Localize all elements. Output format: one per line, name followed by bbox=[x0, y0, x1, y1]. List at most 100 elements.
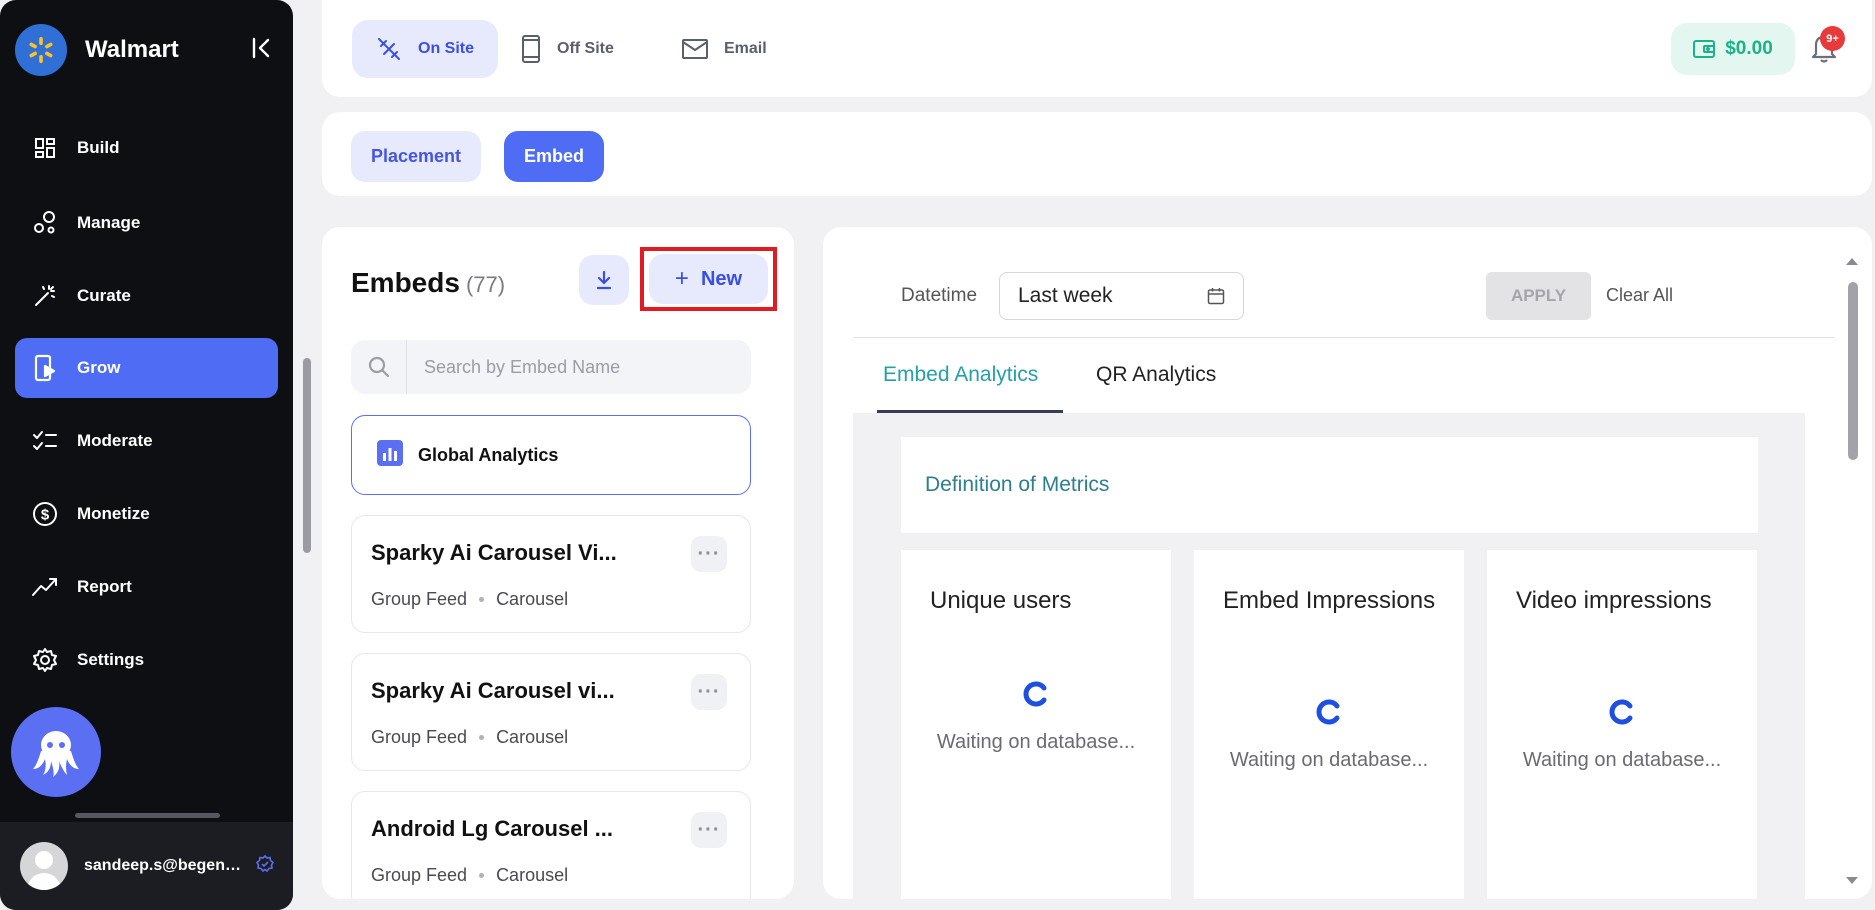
tab-on-site[interactable]: On Site bbox=[352, 20, 499, 78]
calendar-icon bbox=[1207, 287, 1225, 311]
tab-off-site[interactable]: Off Site bbox=[497, 20, 638, 78]
embeds-panel: Embeds(77) + New Global Analytics Sparky… bbox=[322, 227, 794, 899]
user-email: sandeep.s@begenuin.com bbox=[84, 857, 248, 874]
metric-status: Waiting on database... bbox=[936, 731, 1136, 753]
tab-placement[interactable]: Placement bbox=[351, 131, 482, 182]
search-input[interactable] bbox=[407, 356, 737, 378]
metric-card-embed-impressions: Embed Impressions Waiting on database... bbox=[1194, 550, 1464, 899]
sidebar-item-label: Moderate bbox=[77, 431, 153, 450]
sidebar-item-settings[interactable]: Settings bbox=[15, 630, 278, 690]
dollar-icon: $ bbox=[15, 501, 75, 527]
grid-icon bbox=[15, 136, 75, 160]
embeds-title: Embeds bbox=[351, 267, 460, 298]
tab-email[interactable]: Email bbox=[658, 20, 791, 78]
brand[interactable]: Walmart bbox=[15, 24, 179, 76]
scrollbar-thumb[interactable] bbox=[1848, 282, 1858, 460]
walmart-spark-icon bbox=[15, 24, 67, 76]
search-icon bbox=[351, 340, 407, 394]
checklist-icon bbox=[15, 429, 75, 453]
tab-label: On Site bbox=[418, 40, 475, 57]
loading-spinner-icon bbox=[1316, 699, 1340, 725]
sidebar-item-label: Manage bbox=[77, 213, 141, 232]
octopus-assistant-icon[interactable] bbox=[11, 707, 101, 797]
sidebar-item-curate[interactable]: Curate bbox=[15, 266, 278, 326]
sidebar-item-monetize[interactable]: $ Monetize bbox=[15, 484, 278, 544]
embed-list-item[interactable]: Sparky Ai Carousel vi... ··· Group Feed … bbox=[351, 653, 751, 771]
analytics-content: Definition of Metrics Unique users Waiti… bbox=[853, 413, 1805, 899]
embed-title: Sparky Ai Carousel vi... bbox=[371, 678, 615, 703]
tab-qr-analytics[interactable]: QR Analytics bbox=[1096, 363, 1216, 387]
embeds-heading: Embeds (77) bbox=[351, 267, 505, 299]
magic-wand-icon bbox=[15, 283, 75, 309]
separator-dot bbox=[479, 873, 485, 878]
download-button[interactable] bbox=[579, 255, 629, 305]
more-options-icon[interactable]: ··· bbox=[691, 674, 727, 710]
datetime-select[interactable]: Last week bbox=[999, 272, 1244, 320]
embed-list-item[interactable]: Sparky Ai Carousel Vi... ··· Group Feed … bbox=[351, 515, 751, 633]
sidebar-item-label: Build bbox=[77, 138, 120, 157]
bar-chart-icon bbox=[376, 439, 404, 472]
clear-all-button[interactable]: Clear All bbox=[1606, 285, 1673, 306]
sidebar: Walmart Build Manage Curate Grow Moderat… bbox=[0, 0, 293, 910]
embed-list-item[interactable]: Android Lg Carousel ... ··· Group Feed C… bbox=[351, 791, 751, 899]
embed-format: Carousel bbox=[496, 727, 569, 747]
more-options-icon[interactable]: ··· bbox=[691, 812, 727, 848]
sidebar-item-label: Curate bbox=[77, 286, 131, 305]
global-analytics-card[interactable]: Global Analytics bbox=[351, 415, 751, 495]
channel-bar: On Site Off Site Email $0.00 9+ bbox=[322, 0, 1872, 97]
sidebar-item-label: Grow bbox=[77, 358, 121, 377]
grow-icon bbox=[15, 354, 75, 382]
tab-label: Off Site bbox=[557, 40, 614, 57]
verified-badge-icon bbox=[255, 854, 275, 878]
new-label: New bbox=[700, 267, 743, 290]
manage-icon bbox=[15, 210, 75, 236]
apply-button[interactable]: APPLY bbox=[1486, 272, 1591, 320]
new-embed-button[interactable]: + New bbox=[649, 254, 768, 304]
tab-embed-analytics[interactable]: Embed Analytics bbox=[883, 363, 1038, 387]
embed-format: Carousel bbox=[496, 865, 569, 885]
collapse-sidebar-icon[interactable] bbox=[248, 34, 276, 62]
loading-spinner-icon bbox=[1023, 681, 1047, 707]
placement-embed-bar: Placement Embed bbox=[322, 112, 1872, 196]
sidebar-item-label: Settings bbox=[77, 650, 145, 669]
separator-dot bbox=[479, 597, 485, 602]
brand-name: Walmart bbox=[85, 36, 179, 63]
sidebar-item-build[interactable]: Build bbox=[15, 118, 278, 178]
embed-format: Carousel bbox=[496, 589, 569, 609]
loading-spinner-icon bbox=[1609, 699, 1633, 725]
sidebar-item-moderate[interactable]: Moderate bbox=[15, 411, 278, 471]
definition-of-metrics-link[interactable]: Definition of Metrics bbox=[901, 437, 1758, 533]
sidebar-item-report[interactable]: Report bbox=[15, 557, 278, 617]
embed-meta: Group Feed Carousel bbox=[371, 727, 568, 748]
wallet-amount: $0.00 bbox=[1725, 38, 1773, 59]
sidebar-item-grow[interactable]: Grow bbox=[15, 338, 278, 398]
more-options-icon[interactable]: ··· bbox=[691, 536, 727, 572]
user-profile[interactable]: sandeep.s@begenuin.com bbox=[0, 822, 293, 910]
search-bar bbox=[351, 340, 751, 394]
embeds-count: (77) bbox=[465, 272, 506, 297]
embed-meta: Group Feed Carousel bbox=[371, 865, 568, 886]
embed-title: Android Lg Carousel ... bbox=[371, 816, 614, 841]
embed-type: Group Feed bbox=[371, 727, 468, 747]
tab-embed[interactable]: Embed bbox=[504, 131, 605, 182]
separator-dot bbox=[479, 735, 485, 740]
sidebar-item-label: Report bbox=[77, 577, 132, 596]
drag-handle[interactable] bbox=[75, 813, 220, 818]
sidebar-item-manage[interactable]: Manage bbox=[15, 193, 278, 253]
global-analytics-label: Global Analytics bbox=[418, 444, 559, 465]
metric-status: Waiting on database... bbox=[1229, 749, 1429, 771]
embed-type: Group Feed bbox=[371, 589, 468, 609]
metric-card-unique-users: Unique users Waiting on database... bbox=[901, 550, 1171, 899]
svg-text:$: $ bbox=[41, 507, 50, 524]
metric-status: Waiting on database... bbox=[1522, 749, 1722, 771]
on-site-icon bbox=[376, 36, 402, 62]
sidebar-scrollbar[interactable] bbox=[303, 358, 311, 553]
wallet-balance[interactable]: $0.00 bbox=[1671, 23, 1795, 75]
trend-icon bbox=[15, 575, 75, 599]
metric-title: Video impressions bbox=[1516, 587, 1712, 614]
datetime-value: Last week bbox=[1018, 284, 1113, 307]
sidebar-item-label: Monetize bbox=[77, 504, 150, 523]
download-icon bbox=[596, 270, 612, 290]
datetime-label: Datetime bbox=[901, 285, 978, 306]
embed-title: Sparky Ai Carousel Vi... bbox=[371, 540, 617, 565]
